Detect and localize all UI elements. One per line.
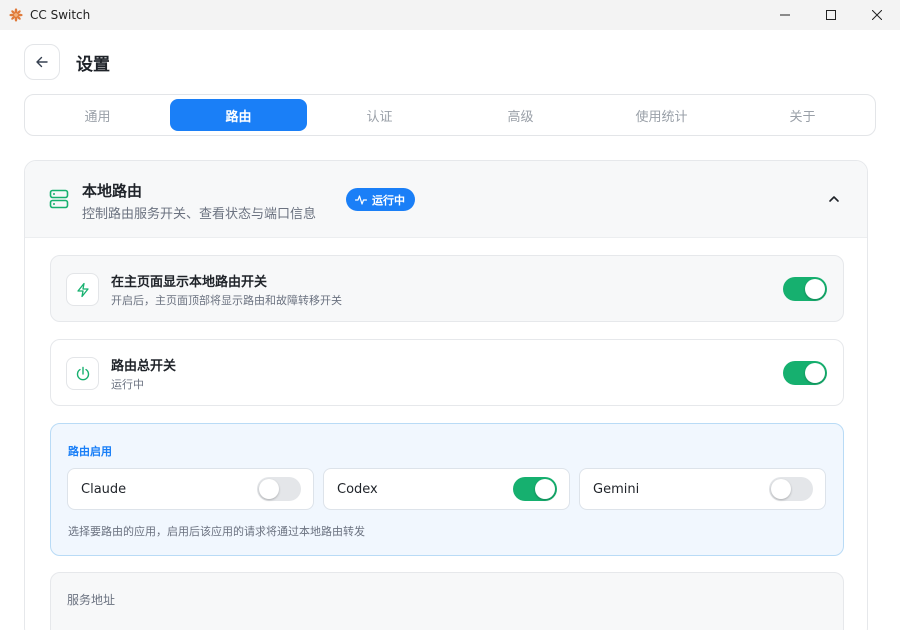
show-routing-toggle[interactable] [783, 277, 827, 301]
activity-icon [355, 194, 367, 205]
tab-auth[interactable]: 认证 [311, 99, 448, 131]
gemini-toggle[interactable] [769, 477, 813, 501]
app-item-gemini: Gemini [579, 468, 826, 510]
app-name: Codex [337, 482, 378, 497]
routing-master-toggle[interactable] [783, 361, 827, 385]
app-logo-icon [9, 8, 23, 22]
app-name: Gemini [593, 482, 640, 497]
page-title: 设置 [76, 55, 110, 75]
lightning-icon [76, 282, 89, 297]
app-item-claude: Claude [67, 468, 314, 510]
arrow-left-icon [36, 56, 48, 68]
row-subtitle: 运行中 [111, 378, 144, 391]
minimize-button[interactable] [762, 0, 808, 30]
service-address-panel: 服务地址 [50, 572, 844, 630]
close-button[interactable] [854, 0, 900, 30]
status-badge: 运行中 [346, 188, 415, 211]
tab-routing[interactable]: 路由 [170, 99, 307, 131]
claude-toggle[interactable] [257, 477, 301, 501]
row-title: 在主页面显示本地路由开关 [111, 275, 268, 290]
local-routing-card: 本地路由 控制路由服务开关、查看状态与端口信息 运行中 在主页面显示本地路由开关… [24, 160, 868, 630]
service-address-title: 服务地址 [67, 593, 116, 607]
routing-apps-hint: 选择要路由的应用，启用后该应用的请求将通过本地路由转发 [68, 525, 365, 538]
minimize-icon [780, 14, 790, 16]
tab-general[interactable]: 通用 [29, 99, 166, 131]
chevron-up-icon[interactable] [827, 192, 841, 206]
routing-master-switch-row: 路由总开关 运行中 [50, 339, 844, 406]
settings-tabs: 通用 路由 认证 高级 使用统计 关于 [24, 94, 876, 136]
back-button[interactable] [24, 44, 60, 80]
title-bar: CC Switch [0, 0, 900, 30]
window-title: CC Switch [30, 8, 91, 22]
row-icon-box [66, 357, 99, 390]
server-icon [49, 189, 69, 209]
local-routing-header[interactable]: 本地路由 控制路由服务开关、查看状态与端口信息 运行中 [25, 161, 867, 238]
maximize-icon [826, 10, 836, 20]
row-icon-box [66, 273, 99, 306]
row-subtitle: 开启后，主页面顶部将显示路由和故障转移开关 [111, 294, 342, 307]
tab-about[interactable]: 关于 [734, 99, 871, 131]
status-badge-label: 运行中 [372, 193, 405, 207]
app-name: Claude [81, 482, 127, 497]
routing-apps-panel: 路由启用 Claude Codex Gemini 选择要路由的应用，启用后该应用… [50, 423, 844, 556]
maximize-button[interactable] [808, 0, 854, 30]
app-item-codex: Codex [323, 468, 570, 510]
routing-apps-title: 路由启用 [68, 445, 112, 458]
codex-toggle[interactable] [513, 477, 557, 501]
row-title: 路由总开关 [111, 359, 177, 374]
section-title: 本地路由 [82, 182, 143, 200]
section-subtitle: 控制路由服务开关、查看状态与端口信息 [82, 207, 317, 222]
close-icon [872, 10, 882, 20]
tab-advanced[interactable]: 高级 [452, 99, 589, 131]
tab-usage-stats[interactable]: 使用统计 [593, 99, 730, 131]
show-routing-toggle-row: 在主页面显示本地路由开关 开启后，主页面顶部将显示路由和故障转移开关 [50, 255, 844, 322]
power-icon [76, 366, 89, 380]
